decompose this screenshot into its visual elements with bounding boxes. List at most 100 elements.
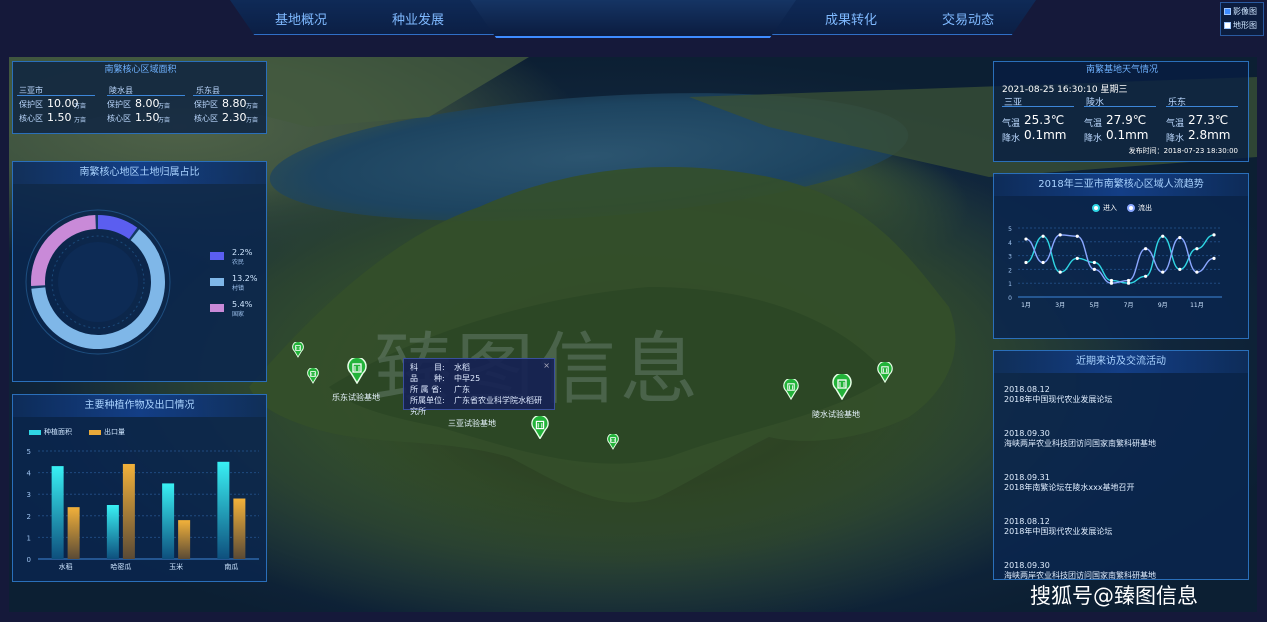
- map-pin-icon[interactable]: [832, 372, 852, 401]
- series-point[interactable]: [1058, 270, 1062, 274]
- y-tick-label: 2: [27, 513, 31, 521]
- series-point[interactable]: [1041, 234, 1045, 238]
- x-tick-label: 玉米: [169, 562, 183, 571]
- popup-row: 科 目: 水稻: [410, 362, 548, 373]
- event-title: 海峡两岸农业科技团访问国家南繁科研基地: [1004, 439, 1156, 448]
- temp-value: 25.3℃: [1024, 113, 1065, 127]
- bar-export[interactable]: [67, 507, 80, 559]
- series-point[interactable]: [1058, 233, 1062, 237]
- map-pin-icon[interactable]: [347, 356, 367, 385]
- series-point[interactable]: [1212, 256, 1216, 260]
- y-tick-label: 3: [27, 491, 31, 499]
- series-point[interactable]: [1024, 260, 1028, 265]
- y-tick-label: 1: [27, 534, 31, 542]
- weather-city-lingshui: 陵水: [1086, 98, 1105, 108]
- label-ledong-base: 乐东试验基地: [332, 393, 380, 402]
- donut-chart: [25, 209, 171, 355]
- map-pin-icon[interactable]: [607, 433, 619, 450]
- series-point[interactable]: [1144, 247, 1148, 251]
- map-pin-icon[interactable]: [307, 367, 319, 384]
- popup-row: 品 种: 中早25: [410, 373, 548, 384]
- popup-key: 科 目:: [410, 363, 445, 372]
- bar-planting[interactable]: [51, 466, 64, 559]
- series-point[interactable]: [1178, 236, 1182, 240]
- popup-value: 水稻: [454, 363, 470, 372]
- label-lingshui-base: 陵水试验基地: [812, 410, 860, 419]
- rain-value: 0.1mm: [1106, 128, 1149, 142]
- tab-base-overview[interactable]: 基地概况: [275, 9, 327, 28]
- tab-seed-industry[interactable]: 种业发展: [392, 9, 444, 28]
- event-date: 2018.09.30: [1004, 561, 1050, 570]
- legend-percent: 13.2%: [232, 274, 258, 283]
- x-tick-label: 水稻: [59, 562, 73, 571]
- legend-label: 农民: [232, 259, 245, 266]
- event-date: 2018.09.30: [1004, 429, 1050, 438]
- event-date: 2018.08.12: [1004, 385, 1050, 394]
- city-name-sanya: 三亚市: [19, 86, 43, 95]
- x-tick-label: 南瓜: [224, 562, 238, 571]
- checkbox-checked-icon[interactable]: [1224, 8, 1231, 15]
- core-value: 1.50: [47, 111, 72, 124]
- bar-export[interactable]: [122, 463, 135, 559]
- series-point[interactable]: [1092, 260, 1096, 265]
- bar-planting[interactable]: [106, 505, 119, 559]
- map-pin-icon[interactable]: [292, 341, 304, 358]
- rain-label: 降水: [1166, 134, 1185, 144]
- y-tick-label: 5: [27, 448, 31, 456]
- series-point[interactable]: [1212, 233, 1216, 237]
- series-point[interactable]: [1024, 237, 1028, 241]
- event-item[interactable]: 2018.08.12 2018年中国现代农业发展论坛: [1004, 385, 1244, 429]
- map-pin-icon[interactable]: [783, 377, 799, 401]
- series-point[interactable]: [1195, 270, 1199, 274]
- close-icon[interactable]: ×: [543, 360, 550, 371]
- series-point[interactable]: [1161, 270, 1165, 274]
- tab-achievement[interactable]: 成果转化: [825, 9, 877, 28]
- series-point[interactable]: [1126, 278, 1131, 283]
- bar-export[interactable]: [178, 520, 191, 559]
- series-point[interactable]: [1092, 267, 1096, 271]
- series-point[interactable]: [1161, 234, 1165, 238]
- weather-publish-time: 发布时间：2018-07-23 18:30:00: [1128, 147, 1238, 155]
- bar-planting[interactable]: [217, 461, 230, 559]
- series-point[interactable]: [1144, 274, 1148, 278]
- series-point[interactable]: [1109, 281, 1114, 285]
- core-label: 核心区: [19, 114, 43, 123]
- series-point[interactable]: [1109, 278, 1114, 283]
- y-tick-label: 0: [27, 556, 31, 564]
- x-tick-label: 11月: [1190, 302, 1204, 309]
- x-tick-label: 1月: [1021, 302, 1031, 309]
- series-point[interactable]: [1075, 256, 1079, 260]
- temp-label: 气温: [1002, 119, 1021, 129]
- series-point[interactable]: [1075, 234, 1079, 238]
- series-point[interactable]: [1178, 267, 1182, 271]
- series-point[interactable]: [1126, 281, 1131, 285]
- core-label: 核心区: [194, 114, 218, 123]
- series-point[interactable]: [1041, 260, 1045, 265]
- tab-trade[interactable]: 交易动态: [942, 9, 994, 28]
- map-pin-icon[interactable]: [531, 414, 549, 440]
- legend-percent: 5.4%: [232, 300, 253, 309]
- legend-swatch: [210, 252, 224, 260]
- bar-export[interactable]: [233, 498, 246, 559]
- event-item[interactable]: 2018.09.30 海峡两岸农业科技团访问国家南繁科研基地: [1004, 429, 1244, 473]
- event-item[interactable]: 2018.09.30 海峡两岸农业科技团访问国家南繁科研基地: [1004, 561, 1244, 579]
- popup-row: 所 属 省: 广东: [410, 384, 548, 395]
- donut-slice[interactable]: [97, 215, 138, 240]
- x-tick-label: 3月: [1055, 302, 1065, 309]
- map-pin-icon[interactable]: [877, 360, 893, 384]
- event-item[interactable]: 2018.08.12 2018年中国现代农业发展论坛: [1004, 517, 1244, 561]
- flow-line-chart: 0 1 2 3 4 5 1月 3月 5月 7月 9月 11月: [1008, 226, 1222, 309]
- protect-value: 8.00: [135, 97, 160, 110]
- event-item[interactable]: 2018.09.31 2018年南繁论坛在陵水xxx基地召开: [1004, 473, 1244, 517]
- popup-key: 所属单位:: [410, 396, 445, 405]
- unit-label: 万亩: [246, 103, 259, 110]
- series-point[interactable]: [1195, 247, 1199, 251]
- layer-terrain-option[interactable]: 地形图: [1224, 19, 1260, 33]
- info-popup: × 科 目: 水稻品 种: 中早25 所 属 省: 广东 所属单位: 广东省农业科学院水稻研…: [403, 358, 555, 416]
- checkbox-icon[interactable]: [1224, 22, 1231, 29]
- legend-label: 国家: [232, 311, 245, 318]
- layer-satellite-option[interactable]: 影像图: [1224, 5, 1260, 19]
- bar-planting[interactable]: [162, 483, 175, 559]
- weather-datetime: 2021-08-25 16:30:10 星期三: [1002, 85, 1128, 95]
- popup-key: 所 属 省:: [410, 385, 442, 394]
